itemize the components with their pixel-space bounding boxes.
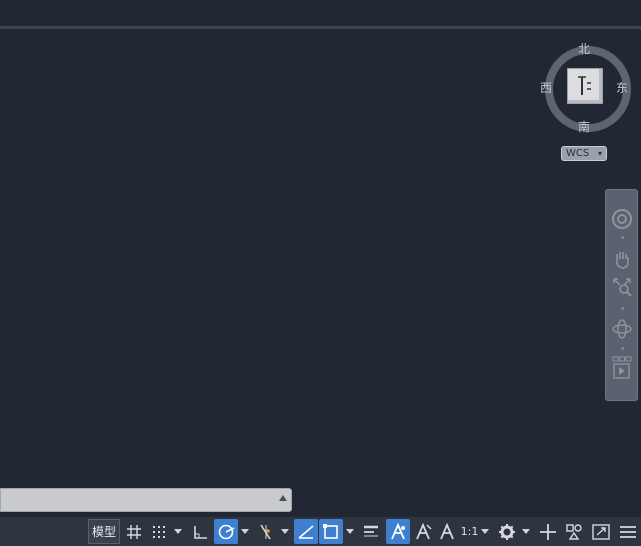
- steering-wheel-button[interactable]: [609, 206, 635, 232]
- gear-icon: [499, 523, 515, 540]
- chevron-down-icon: [174, 529, 182, 534]
- chevron-down-icon: [522, 529, 530, 534]
- annotation-monitor-button[interactable]: [536, 519, 560, 544]
- isodraft-toggle[interactable]: [254, 519, 278, 544]
- chevron-down-icon: [281, 529, 289, 534]
- auto-scale-toggle[interactable]: [411, 519, 435, 544]
- polar-tracking-icon: [218, 524, 235, 539]
- lineweight-icon: [364, 525, 378, 536]
- isolate-objects-icon: [566, 523, 582, 540]
- isodraft-icon: [260, 524, 271, 539]
- annotation-scale-current-icon: [440, 522, 454, 539]
- navigation-bar: [605, 189, 638, 401]
- compass-west[interactable]: 西: [540, 79, 552, 96]
- scale-label: 1:1: [460, 525, 479, 538]
- workspace-switch-button[interactable]: [495, 519, 519, 544]
- zoom-extents-icon: [613, 278, 632, 297]
- model-tab[interactable]: 模型: [88, 519, 120, 544]
- navbar-separator: [621, 307, 624, 310]
- command-input[interactable]: [1, 489, 271, 511]
- compass-east[interactable]: 东: [616, 79, 628, 96]
- polar-angle-dropdown[interactable]: [239, 519, 251, 544]
- pan-button[interactable]: [609, 246, 635, 272]
- annotation-scale-button[interactable]: [435, 519, 459, 544]
- auto-scale-icon: [416, 522, 432, 539]
- chevron-down-icon: [481, 529, 490, 534]
- compass-north[interactable]: 北: [578, 40, 590, 57]
- isolate-objects-button[interactable]: [562, 519, 586, 544]
- pan-hand-icon: [616, 252, 629, 269]
- wcs-label: WCS: [566, 148, 590, 159]
- object-snap-dropdown[interactable]: [344, 519, 356, 544]
- wcs-menu-button[interactable]: WCS ▾: [561, 146, 607, 161]
- orbit-button[interactable]: [609, 316, 635, 342]
- viewcube[interactable]: 北 南 西 东 WCS ▾: [536, 36, 636, 166]
- orbit-icon: [612, 319, 632, 339]
- plus-crosshair-icon: [540, 523, 556, 540]
- command-history-up-icon[interactable]: [279, 495, 287, 501]
- ortho-toggle[interactable]: [188, 519, 212, 544]
- snap-toggle[interactable]: [148, 519, 170, 544]
- customization-menu-button[interactable]: [616, 519, 640, 544]
- ortho-icon: [194, 525, 207, 539]
- dynamic-ucs-toggle[interactable]: [294, 519, 318, 544]
- command-line[interactable]: [0, 488, 292, 512]
- object-snap-icon: [323, 523, 338, 539]
- clean-screen-button[interactable]: [589, 519, 613, 544]
- chevron-down-icon: [241, 529, 249, 534]
- object-snap-tracking-icon: [298, 524, 314, 539]
- polar-tracking-toggle[interactable]: [214, 519, 238, 544]
- object-snap-toggle[interactable]: [319, 519, 343, 544]
- annotation-scale-dropdown[interactable]: 1:1: [460, 519, 490, 544]
- showmotion-icon: [612, 356, 632, 379]
- chevron-down-icon: ▾: [597, 149, 602, 158]
- fullscreen-icon: [592, 523, 610, 540]
- workspace-dropdown[interactable]: [520, 519, 532, 544]
- grid-toggle[interactable]: [123, 519, 145, 544]
- steering-wheel-icon: [612, 209, 632, 229]
- isodraft-dropdown[interactable]: [279, 519, 291, 544]
- annotation-scale-icon: [391, 522, 405, 539]
- zoom-extents-button[interactable]: [609, 274, 635, 300]
- compass-south[interactable]: 南: [578, 118, 590, 135]
- chevron-down-icon: [346, 529, 354, 534]
- lineweight-toggle[interactable]: [359, 519, 383, 544]
- cube-face-glyph: [578, 76, 591, 95]
- navbar-separator: [621, 347, 624, 350]
- annotation-visibility-toggle[interactable]: [386, 519, 410, 544]
- snap-mode-dropdown[interactable]: [172, 519, 184, 544]
- showmotion-button[interactable]: [609, 356, 635, 382]
- viewcube-top-face[interactable]: [567, 68, 603, 104]
- hamburger-menu-icon: [620, 525, 636, 538]
- status-bar: 模型 1:1: [0, 517, 641, 546]
- grid-icon: [127, 524, 141, 539]
- snap-dots-icon: [153, 525, 165, 538]
- navbar-separator: [621, 236, 624, 239]
